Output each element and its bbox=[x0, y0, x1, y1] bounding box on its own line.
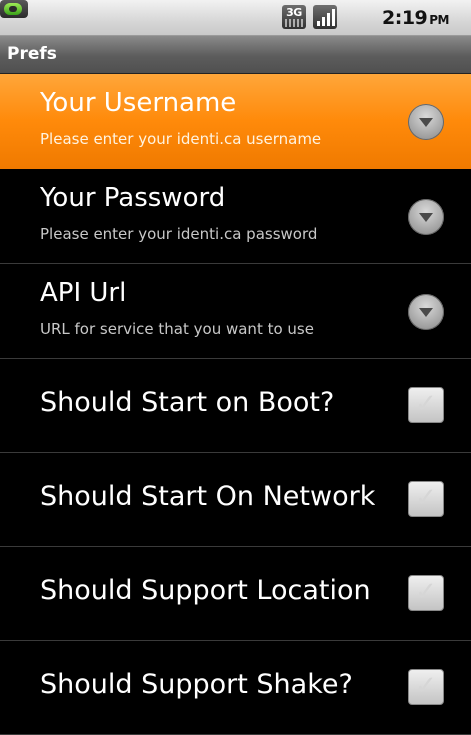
3g-data-icon: 3G bbox=[282, 5, 306, 29]
pref-title: Your Password bbox=[40, 183, 226, 213]
pref-username[interactable]: Your Username Please enter your identi.c… bbox=[0, 74, 471, 169]
pref-password[interactable]: Your Password Please enter your identi.c… bbox=[0, 169, 471, 264]
pref-support-shake[interactable]: Should Support Shake? bbox=[0, 641, 471, 735]
status-bar: 3G 2:19 PM bbox=[0, 0, 471, 36]
prefs-list: Your Username Please enter your identi.c… bbox=[0, 74, 471, 735]
network-type-label: 3G bbox=[286, 6, 302, 19]
pref-title: Should Support Location bbox=[40, 575, 371, 606]
pref-api-url[interactable]: API Url URL for service that you want to… bbox=[0, 264, 471, 359]
status-clock: 2:19 PM bbox=[382, 7, 450, 29]
chevron-down-icon bbox=[408, 199, 444, 235]
start-on-network-checkbox[interactable] bbox=[408, 481, 444, 517]
support-location-checkbox[interactable] bbox=[408, 575, 444, 611]
battery-icon bbox=[0, 0, 28, 18]
pref-summary: Please enter your identi.ca username bbox=[40, 130, 322, 148]
pref-title: Your Username bbox=[40, 88, 237, 118]
chevron-down-icon bbox=[408, 294, 444, 330]
pref-title: API Url bbox=[40, 278, 127, 308]
pref-support-location[interactable]: Should Support Location bbox=[0, 547, 471, 641]
title-bar: Prefs bbox=[0, 36, 471, 74]
signal-strength-icon bbox=[313, 5, 337, 29]
pref-start-on-network[interactable]: Should Start On Network bbox=[0, 453, 471, 547]
pref-title: Should Support Shake? bbox=[40, 669, 353, 700]
page-title: Prefs bbox=[7, 44, 57, 64]
pref-title: Should Start On Network bbox=[40, 481, 376, 512]
pref-start-on-boot[interactable]: Should Start on Boot? bbox=[0, 359, 471, 453]
pref-summary: Please enter your identi.ca password bbox=[40, 225, 318, 243]
start-on-boot-checkbox[interactable] bbox=[408, 387, 444, 423]
pref-summary: URL for service that you want to use bbox=[40, 320, 314, 338]
pref-title: Should Start on Boot? bbox=[40, 387, 335, 418]
support-shake-checkbox[interactable] bbox=[408, 669, 444, 705]
chevron-down-icon bbox=[408, 104, 444, 140]
